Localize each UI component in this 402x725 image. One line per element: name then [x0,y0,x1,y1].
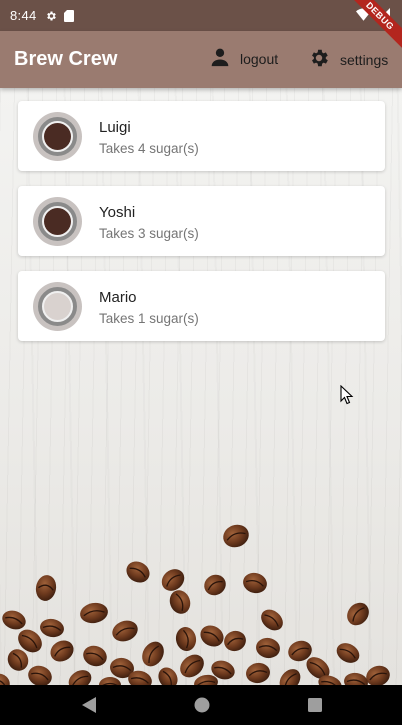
home-icon[interactable] [193,695,211,715]
brew-card-mario[interactable]: Mario Takes 1 sugar(s) [18,271,385,341]
back-icon[interactable] [80,695,98,715]
coffee-bean [80,602,108,624]
coffee-cup-avatar [33,282,82,331]
brew-card-luigi[interactable]: Luigi Takes 4 sugar(s) [18,101,385,171]
recents-icon[interactable] [306,695,324,715]
gear-icon [45,10,57,22]
coffee-bean [261,609,283,631]
brew-sugars: Takes 4 sugar(s) [99,141,199,156]
app-title: Brew Crew [14,48,118,70]
gear-icon [308,47,330,72]
coffee-bean [68,670,92,685]
coffee-bean [50,640,74,662]
coffee-bean [158,667,178,685]
mouse-cursor-icon [340,385,354,405]
coffee-bean [246,662,270,684]
coffee-strength-icon [44,123,71,150]
coffee-bean [279,669,301,685]
coffee-bean [336,643,360,663]
coffee-bean [161,569,185,591]
app-bar: Brew Crew logout settings [0,31,402,88]
coffee-bean [40,618,64,638]
brew-name: Mario [99,289,137,306]
system-nav-bar [0,685,402,725]
coffee-bean [223,524,249,548]
coffee-bean [83,645,107,667]
brew-list-area: Luigi Takes 4 sugar(s) Yoshi Takes 3 sug… [0,88,402,685]
sd-card-icon [63,9,74,22]
coffee-bean [256,637,280,659]
coffee-bean [204,574,226,596]
coffee-bean [35,575,57,601]
person-icon [210,47,230,70]
status-time: 8:44 [10,8,37,23]
coffee-strength-icon [44,293,71,320]
logout-label: logout [240,50,279,67]
brew-name: Yoshi [99,204,136,221]
coffee-bean [344,672,368,685]
coffee-bean [175,627,197,651]
coffee-bean [2,610,26,630]
coffee-bean [224,630,246,652]
coffee-cup-avatar [33,112,82,161]
coffee-bean [112,620,138,642]
brew-name: Luigi [99,119,131,136]
settings-button[interactable]: settings [308,47,388,72]
coffee-bean [243,572,267,594]
brew-sugars: Takes 3 sugar(s) [99,226,199,241]
coffee-bean [142,641,164,667]
coffee-bean [126,561,150,583]
coffee-strength-icon [44,208,71,235]
brew-card-yoshi[interactable]: Yoshi Takes 3 sugar(s) [18,186,385,256]
coffee-bean [169,590,191,614]
coffee-bean [28,665,52,685]
logout-button[interactable]: logout [210,47,278,70]
settings-label: settings [340,51,389,68]
coffee-bean [0,673,10,685]
brew-sugars: Takes 1 sugar(s) [99,311,199,326]
status-bar: 8:44 DEBUG [0,0,402,54]
coffee-cup-avatar [33,197,82,246]
coffee-bean [99,677,121,685]
coffee-bean [200,625,224,647]
coffee-bean [347,602,369,626]
app-screen: 8:44 DEBUG Brew Crew logout settings Lui… [0,0,402,725]
